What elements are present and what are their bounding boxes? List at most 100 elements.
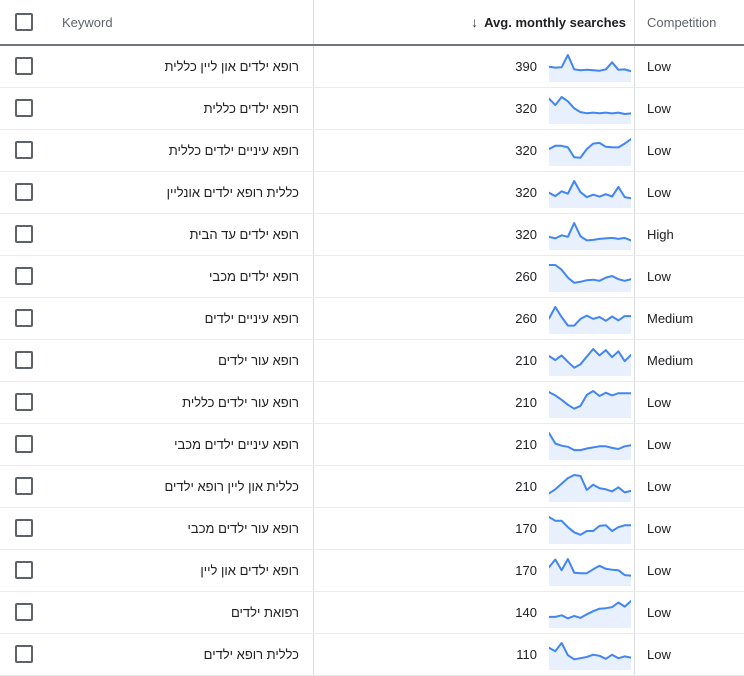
avg-monthly-searches-value: 210 — [515, 395, 537, 410]
row-select-cell — [0, 550, 48, 592]
searches-content: 260 — [314, 262, 634, 292]
row-select-cell — [0, 214, 48, 256]
searches-content: 390 — [314, 52, 634, 82]
competition-value: Low — [635, 521, 744, 536]
competition-cell: Low — [635, 550, 744, 592]
competition-cell: Low — [635, 88, 744, 130]
row-checkbox[interactable] — [15, 603, 33, 621]
table-row[interactable]: רופא ילדים און ליין כללית390Low — [0, 45, 744, 88]
row-checkbox[interactable] — [15, 183, 33, 201]
sort-descending-icon[interactable]: ↓ — [471, 15, 478, 29]
avg-monthly-searches-value: 170 — [515, 563, 537, 578]
trend-sparkline — [549, 472, 631, 502]
searches-header-content: ↓ Avg. monthly searches — [314, 15, 634, 30]
row-checkbox[interactable] — [15, 309, 33, 327]
competition-cell: Low — [635, 508, 744, 550]
searches-content: 210 — [314, 472, 634, 502]
avg-monthly-searches-value: 260 — [515, 269, 537, 284]
competition-value: Low — [635, 101, 744, 116]
searches-cell: 210 — [314, 382, 635, 424]
row-checkbox[interactable] — [15, 393, 33, 411]
trend-sparkline — [549, 556, 631, 586]
searches-content: 320 — [314, 94, 634, 124]
trend-sparkline — [549, 346, 631, 376]
keyword-column-label: Keyword — [48, 15, 313, 30]
searches-cell: 320 — [314, 172, 635, 214]
keyword-column-header[interactable]: Keyword — [48, 0, 314, 45]
keyword-cell: רופא עור ילדים כללית — [48, 382, 314, 424]
searches-cell: 320 — [314, 214, 635, 256]
avg-monthly-searches-value: 320 — [515, 227, 537, 242]
table-row[interactable]: רופא עיניים ילדים260Medium — [0, 298, 744, 340]
competition-column-header[interactable]: Competition — [635, 0, 744, 45]
table-row[interactable]: כללית רופא ילדים אונליין320Low — [0, 172, 744, 214]
table-body: רופא ילדים און ליין כללית390Lowרופא ילדי… — [0, 45, 744, 676]
trend-sparkline — [549, 94, 631, 124]
table-row[interactable]: רופא ילדים עד הבית320High — [0, 214, 744, 256]
keyword-text: רופא עור ילדים — [48, 353, 313, 368]
table-row[interactable]: רופא ילדים כללית320Low — [0, 88, 744, 130]
keyword-cell: רופא ילדים און ליין — [48, 550, 314, 592]
searches-cell: 210 — [314, 424, 635, 466]
row-checkbox[interactable] — [15, 141, 33, 159]
competition-cell: High — [635, 214, 744, 256]
searches-cell: 140 — [314, 592, 635, 634]
competition-cell: Low — [635, 634, 744, 676]
searches-cell: 170 — [314, 508, 635, 550]
searches-cell: 210 — [314, 466, 635, 508]
row-checkbox[interactable] — [15, 267, 33, 285]
searches-column-header[interactable]: ↓ Avg. monthly searches — [314, 0, 635, 45]
row-checkbox[interactable] — [15, 477, 33, 495]
row-select-cell — [0, 466, 48, 508]
table-header: Keyword ↓ Avg. monthly searches Competit… — [0, 0, 744, 45]
searches-cell: 260 — [314, 298, 635, 340]
competition-value: Low — [635, 647, 744, 662]
table-row[interactable]: רופא עיניים ילדים מכבי210Low — [0, 424, 744, 466]
row-checkbox[interactable] — [15, 561, 33, 579]
competition-cell: Low — [635, 424, 744, 466]
row-select-cell — [0, 298, 48, 340]
table-row[interactable]: רופא עור ילדים כללית210Low — [0, 382, 744, 424]
keyword-text: רופא עיניים ילדים — [48, 311, 313, 326]
select-all-checkbox[interactable] — [15, 13, 33, 31]
row-checkbox[interactable] — [15, 57, 33, 75]
trend-sparkline — [549, 52, 631, 82]
searches-cell: 320 — [314, 88, 635, 130]
row-select-cell — [0, 256, 48, 298]
row-checkbox[interactable] — [15, 519, 33, 537]
row-checkbox[interactable] — [15, 435, 33, 453]
row-select-cell — [0, 424, 48, 466]
avg-monthly-searches-value: 390 — [515, 59, 537, 74]
table-row[interactable]: כללית רופא ילדים110Low — [0, 634, 744, 676]
keyword-cell: רפואת ילדים — [48, 592, 314, 634]
row-checkbox[interactable] — [15, 99, 33, 117]
keyword-text: כללית און ליין רופא ילדים — [48, 479, 313, 494]
trend-sparkline — [549, 430, 631, 460]
row-select-cell — [0, 45, 48, 88]
searches-cell: 320 — [314, 130, 635, 172]
searches-content: 210 — [314, 388, 634, 418]
row-checkbox[interactable] — [15, 225, 33, 243]
competition-value: Low — [635, 605, 744, 620]
keyword-text: רפואת ילדים — [48, 605, 313, 620]
trend-sparkline — [549, 388, 631, 418]
table-row[interactable]: רופא ילדים מכבי260Low — [0, 256, 744, 298]
table-row[interactable]: רופא עור ילדים210Medium — [0, 340, 744, 382]
trend-sparkline — [549, 598, 631, 628]
searches-cell: 260 — [314, 256, 635, 298]
table-row[interactable]: רופא עיניים ילדים כללית320Low — [0, 130, 744, 172]
keyword-text: כללית רופא ילדים אונליין — [48, 185, 313, 200]
table-row[interactable]: רופא עור ילדים מכבי170Low — [0, 508, 744, 550]
table-row[interactable]: רפואת ילדים 140 Low — [0, 592, 744, 634]
keyword-cell: כללית רופא ילדים — [48, 634, 314, 676]
searches-cell: 170 — [314, 550, 635, 592]
avg-monthly-searches-value: 320 — [515, 143, 537, 158]
trend-sparkline — [549, 514, 631, 544]
table-row[interactable]: כללית און ליין רופא ילדים210Low — [0, 466, 744, 508]
avg-monthly-searches-value: 140 — [515, 605, 537, 620]
row-checkbox[interactable] — [15, 351, 33, 369]
row-checkbox[interactable] — [15, 645, 33, 663]
table-row[interactable]: רופא ילדים און ליין 170 Low — [0, 550, 744, 592]
searches-content: 320 — [314, 220, 634, 250]
competition-value: Low — [635, 437, 744, 452]
